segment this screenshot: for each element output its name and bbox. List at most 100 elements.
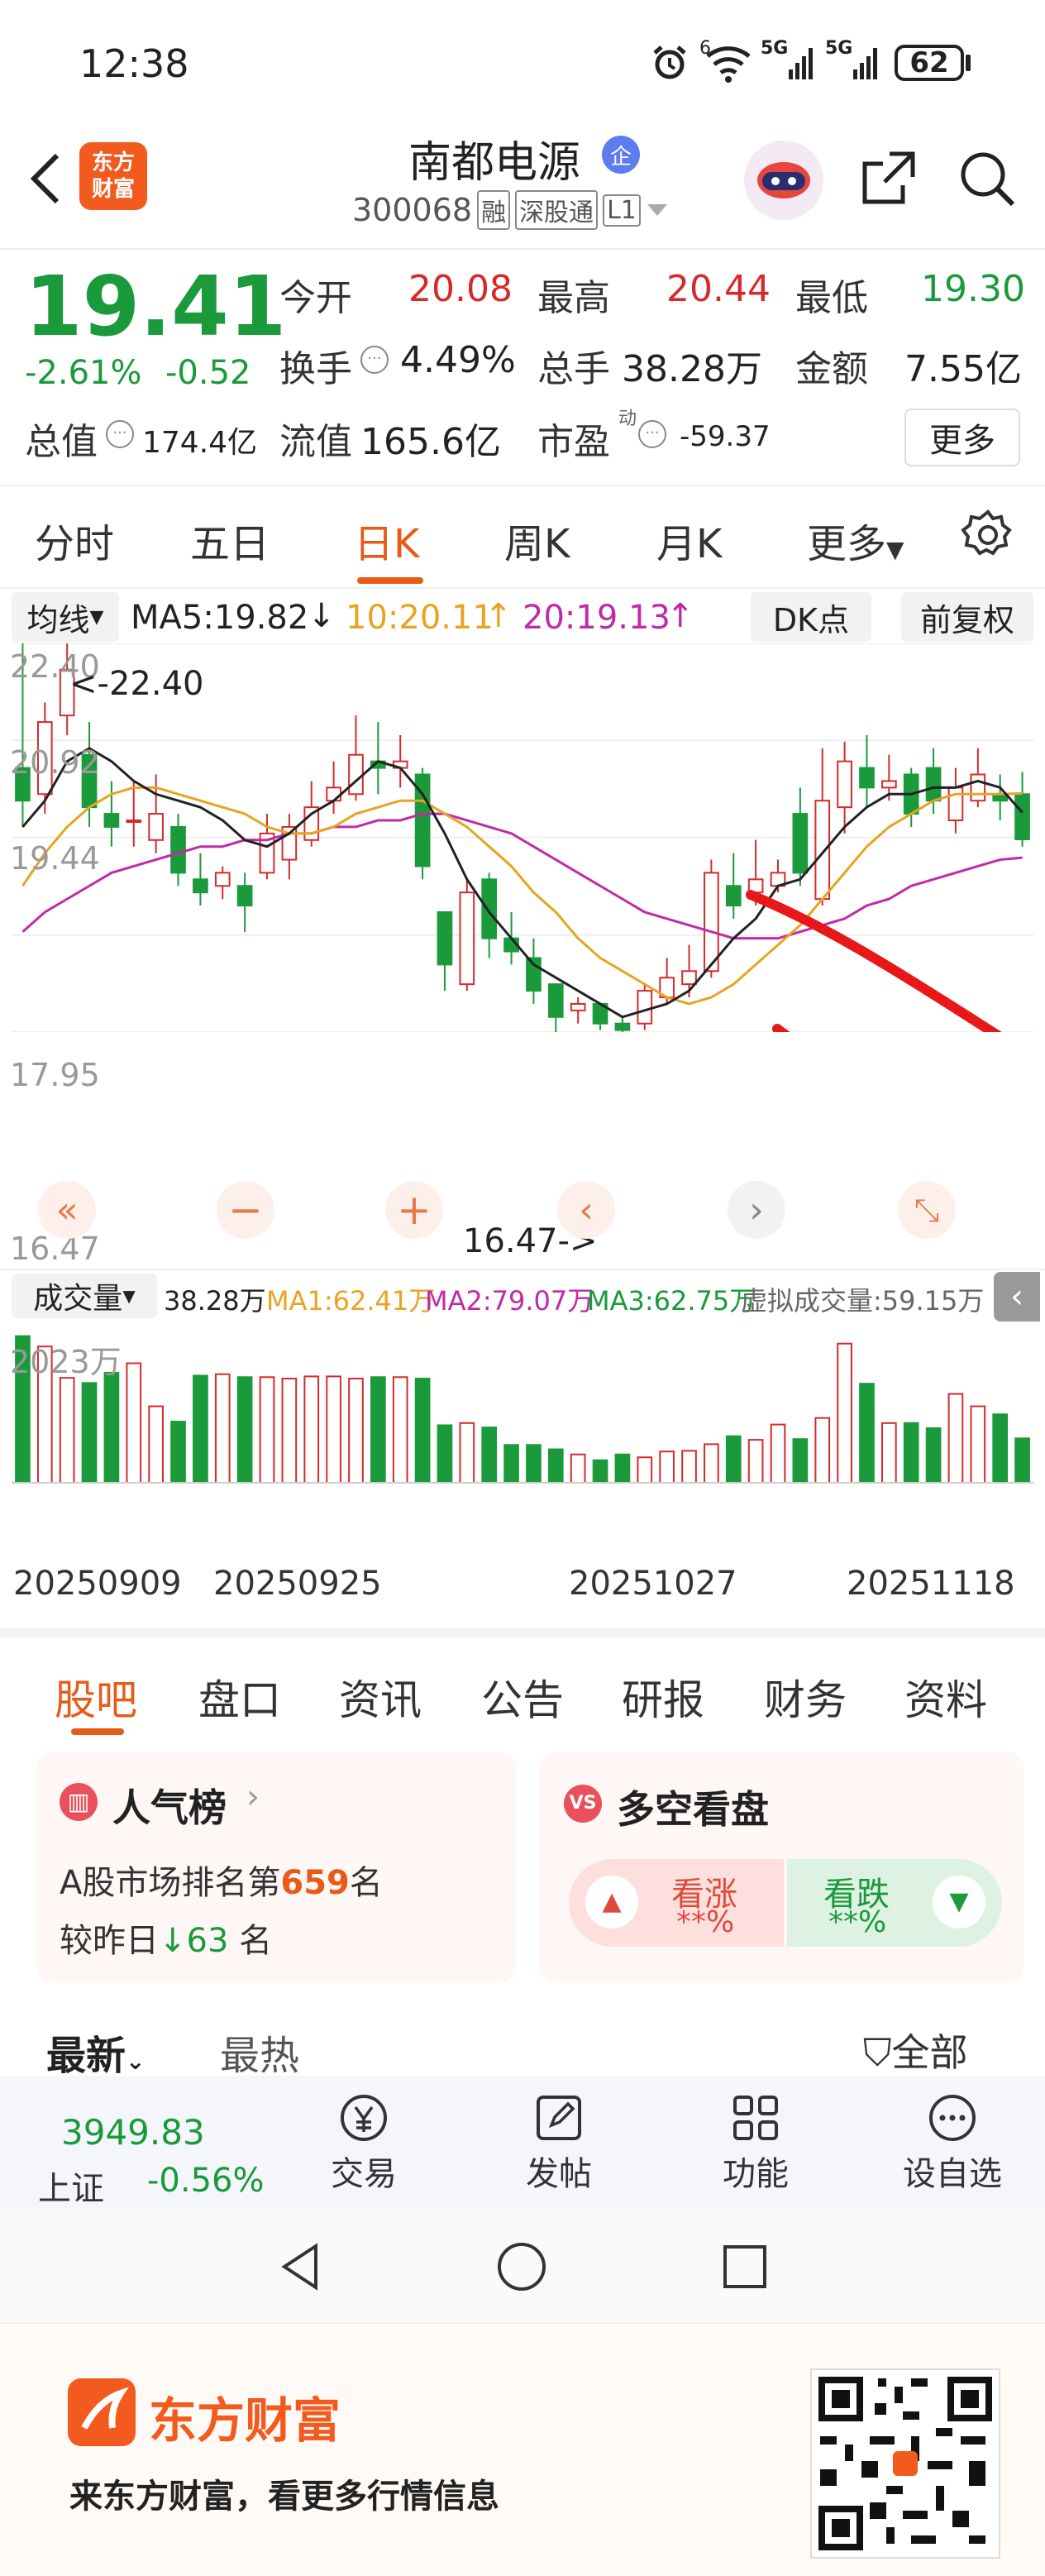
- volume-bar: [837, 1342, 852, 1484]
- bull-button[interactable]: ▲ 看涨 **%: [569, 1859, 784, 1947]
- subtab-guba[interactable]: 股吧: [55, 1667, 137, 1727]
- zoom-in-button[interactable]: +: [385, 1181, 443, 1239]
- signal-icon-1: 5G: [761, 38, 818, 84]
- bull-bear-title: 多空看盘: [617, 1787, 769, 1832]
- volume-label: 总手: [537, 348, 610, 390]
- popularity-title: 人气榜: [112, 1785, 227, 1830]
- caret-down-icon: ▼: [886, 536, 904, 563]
- bear-button[interactable]: 看跌 **% ▼: [787, 1859, 1002, 1947]
- subtab-announce[interactable]: 公告: [481, 1667, 564, 1727]
- nav-back-icon[interactable]: [273, 2238, 331, 2296]
- y-tick: 20.92: [10, 744, 100, 781]
- scroll-left-button[interactable]: «: [38, 1181, 96, 1239]
- post-button[interactable]: 发帖: [493, 2076, 625, 2208]
- index-name: 上证: [38, 2170, 104, 2208]
- collapse-tab[interactable]: ‹: [994, 1272, 1040, 1321]
- info-icon[interactable]: ···: [106, 420, 134, 448]
- ai-assistant-button[interactable]: [744, 141, 823, 220]
- period-tabs: 分时 五日 日K 周K 月K 更多▼: [0, 485, 1045, 589]
- volume-bar: [193, 1374, 208, 1484]
- subtab-finance[interactable]: 财务: [764, 1667, 847, 1727]
- indicator-select[interactable]: 均线 ▼: [12, 592, 119, 642]
- app-logo[interactable]: 东方 财富: [79, 142, 147, 210]
- ma2-label: MA2:79.07万: [425, 1285, 594, 1317]
- tab-weekly-k[interactable]: 周K: [504, 511, 570, 569]
- bull-bear-card[interactable]: VS 多空看盘 ▲ 看涨 **% 看跌 **% ▼: [539, 1752, 1024, 1983]
- settings-button[interactable]: [959, 506, 1017, 564]
- down-arrow-icon: ↓: [159, 1922, 187, 1960]
- volume-bar: [925, 1427, 942, 1484]
- tab-minute[interactable]: 分时: [35, 511, 114, 569]
- up-triangle-icon: ▲: [585, 1876, 638, 1928]
- nav-recents-icon[interactable]: [716, 2238, 774, 2296]
- filter-all[interactable]: ⛉全部: [863, 2023, 968, 2077]
- tab-monthly-k[interactable]: 月K: [656, 511, 722, 569]
- next-button[interactable]: ›: [728, 1181, 785, 1239]
- subtab-research[interactable]: 研报: [622, 1667, 704, 1727]
- volume-bar: [281, 1378, 298, 1484]
- candle-body: [148, 813, 164, 841]
- mcap-label: 总值: [25, 421, 98, 463]
- ma10-line: [21, 786, 1023, 1006]
- volume-bar: [81, 1382, 98, 1484]
- index-pct: -0.56%: [147, 2162, 265, 2200]
- turnover-value: 4.49%: [400, 339, 516, 381]
- fullscreen-button[interactable]: ⤡: [898, 1181, 956, 1239]
- signal-icon-2: 5G: [825, 38, 883, 84]
- ma3-label: MA3:62.75万: [587, 1285, 756, 1317]
- nav-home-icon[interactable]: [493, 2238, 551, 2296]
- open-value: 20.08: [408, 268, 513, 310]
- search-button[interactable]: [954, 146, 1020, 212]
- zoom-out-button[interactable]: −: [217, 1181, 274, 1239]
- turnover-label: 换手: [279, 348, 352, 390]
- open-label: 今开: [279, 277, 352, 319]
- dk-point-button[interactable]: DK点: [751, 592, 871, 642]
- change-pct: -2.61%: [25, 354, 142, 392]
- popularity-card[interactable]: ▥ 人气榜 › A股市场排名第659名 较昨日↓63 名: [36, 1752, 516, 1983]
- back-button[interactable]: [17, 146, 74, 212]
- volume-bar: [414, 1378, 431, 1484]
- info-icon[interactable]: ···: [638, 420, 666, 448]
- candle-body: [881, 780, 897, 789]
- volume-bar: [459, 1422, 475, 1484]
- sort-latest[interactable]: 最新⌄: [46, 2023, 145, 2081]
- divider: [0, 1269, 1045, 1270]
- sort-hot[interactable]: 最热: [220, 2023, 299, 2081]
- rank-delta-line: 较昨日↓63 名: [60, 1922, 273, 1960]
- subtab-pankou[interactable]: 盘口: [198, 1667, 281, 1727]
- float-value: 165.6亿: [360, 421, 501, 463]
- volume-bar: [592, 1459, 608, 1484]
- qr-code[interactable]: [810, 2368, 1000, 2559]
- volume-value: 38.28万: [622, 348, 762, 390]
- prev-button[interactable]: ‹: [557, 1181, 615, 1239]
- share-button[interactable]: [855, 146, 921, 212]
- info-icon[interactable]: ···: [360, 346, 389, 374]
- volume-bar: [326, 1375, 341, 1484]
- index-ticker[interactable]: 3949.83 上证 -0.56%: [33, 2087, 281, 2208]
- change-abs: -0.52: [165, 354, 251, 392]
- yen-icon: [341, 2095, 387, 2141]
- float-label: 流值: [279, 421, 352, 463]
- date-label: 20251118: [847, 1565, 1015, 1603]
- chevron-down-icon: ⌄: [126, 2048, 146, 2075]
- tab-more[interactable]: 更多▼: [807, 511, 904, 569]
- subtab-news[interactable]: 资讯: [339, 1667, 422, 1727]
- functions-button[interactable]: 功能: [690, 2076, 822, 2208]
- candle-body: [348, 753, 364, 796]
- chevron-right-icon: ›: [246, 1778, 260, 1816]
- enterprise-badge: 企: [602, 136, 640, 174]
- candle-body: [103, 813, 120, 828]
- volume-chart[interactable]: [0, 1333, 1045, 1484]
- volume-indicator-select[interactable]: 成交量 ▼: [12, 1274, 157, 1318]
- volume-bar: [704, 1443, 719, 1484]
- more-button[interactable]: 更多: [904, 409, 1020, 466]
- add-watchlist-button[interactable]: 设自选: [886, 2076, 1019, 2208]
- subtab-profile[interactable]: 资料: [904, 1667, 987, 1727]
- dropdown-icon[interactable]: [646, 202, 669, 218]
- tab-daily-k[interactable]: 日K: [354, 511, 419, 569]
- tab-five-day[interactable]: 五日: [190, 511, 270, 569]
- adjust-button[interactable]: 前复权: [901, 592, 1033, 642]
- volume-bar: [103, 1371, 120, 1484]
- trade-button[interactable]: 交易: [298, 2076, 430, 2208]
- ma1-label: MA1:62.41万: [266, 1285, 436, 1317]
